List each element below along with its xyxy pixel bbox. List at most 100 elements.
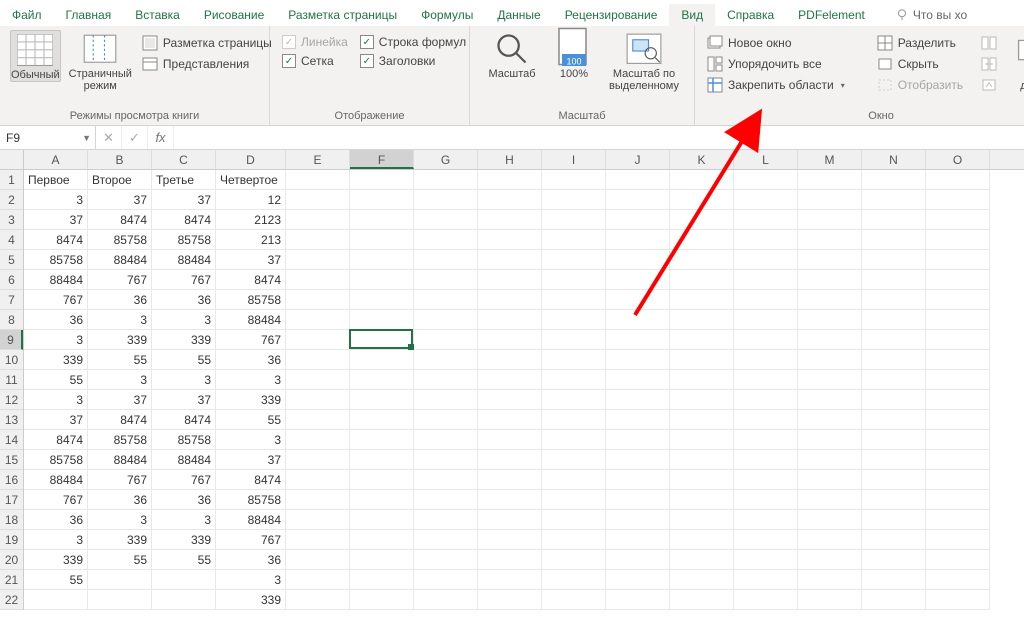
cell[interactable] [350,410,414,430]
cell[interactable] [606,430,670,450]
cell[interactable]: 3 [88,370,152,390]
cell[interactable] [478,350,542,370]
cell[interactable] [734,510,798,530]
column-header[interactable]: N [862,150,926,169]
reset-position-button[interactable] [979,76,999,94]
cell[interactable] [350,390,414,410]
cell[interactable] [734,290,798,310]
cell[interactable] [286,530,350,550]
column-header[interactable]: J [606,150,670,169]
cell[interactable] [414,250,478,270]
cell[interactable] [862,210,926,230]
cell[interactable] [862,230,926,250]
cell[interactable] [24,590,88,610]
cell[interactable] [606,390,670,410]
cell[interactable] [286,510,350,530]
cell[interactable] [798,250,862,270]
cell[interactable]: 37 [88,390,152,410]
cell[interactable] [926,390,990,410]
cell[interactable]: 8474 [24,230,88,250]
row-header[interactable]: 2 [0,190,23,210]
column-header[interactable]: L [734,150,798,169]
tab-pdfelement[interactable]: PDFelement [786,4,877,26]
cell[interactable] [926,350,990,370]
cell[interactable] [606,410,670,430]
cell[interactable] [414,370,478,390]
cell[interactable] [152,590,216,610]
row-header[interactable]: 12 [0,390,23,410]
cell[interactable]: Третье [152,170,216,190]
cell[interactable]: 3 [24,390,88,410]
tab-разметка страницы[interactable]: Разметка страницы [276,4,409,26]
cell[interactable] [542,270,606,290]
cell[interactable] [414,570,478,590]
custom-views-button[interactable]: Представления [140,55,274,73]
cell[interactable]: 37 [216,450,286,470]
cell[interactable]: 36 [88,290,152,310]
cell[interactable] [670,570,734,590]
cell[interactable] [670,290,734,310]
cell[interactable] [350,270,414,290]
cell[interactable]: 3 [216,370,286,390]
cell[interactable] [606,450,670,470]
cell[interactable] [542,430,606,450]
cell[interactable] [414,510,478,530]
row-header[interactable]: 9 [0,330,23,350]
cell[interactable] [926,370,990,390]
cell[interactable]: 85758 [24,250,88,270]
sync-scroll-button[interactable] [979,55,999,73]
row-header[interactable]: 4 [0,230,23,250]
cell[interactable] [734,350,798,370]
cell[interactable]: 88484 [88,450,152,470]
cell[interactable] [542,290,606,310]
row-header[interactable]: 11 [0,370,23,390]
cell[interactable] [542,590,606,610]
cell[interactable]: 55 [216,410,286,430]
name-box[interactable]: F9 ▼ [0,126,96,149]
column-header[interactable]: C [152,150,216,169]
cell[interactable] [286,470,350,490]
cell[interactable] [478,530,542,550]
cell[interactable] [862,530,926,550]
cell[interactable] [734,570,798,590]
row-header[interactable]: 6 [0,270,23,290]
cell[interactable] [862,250,926,270]
cell[interactable] [862,310,926,330]
cell[interactable] [542,370,606,390]
cell[interactable] [350,590,414,610]
cell[interactable] [862,430,926,450]
cell[interactable] [542,350,606,370]
cell[interactable] [350,290,414,310]
cell[interactable] [670,310,734,330]
cell[interactable] [926,470,990,490]
cell[interactable] [286,210,350,230]
cell[interactable] [350,230,414,250]
column-header[interactable]: E [286,150,350,169]
cell[interactable]: 767 [24,290,88,310]
cell[interactable] [670,170,734,190]
cell[interactable]: 88484 [88,250,152,270]
cell[interactable] [286,170,350,190]
cell[interactable] [606,370,670,390]
row-header[interactable]: 18 [0,510,23,530]
cell[interactable]: Четвертое [216,170,286,190]
freeze-panes-button[interactable]: Закрепить области ▾ [705,76,847,94]
row-header[interactable]: 16 [0,470,23,490]
cell[interactable] [862,490,926,510]
tab-вид[interactable]: Вид [669,4,715,26]
hide-button[interactable]: Скрыть [875,55,965,73]
cell[interactable] [798,570,862,590]
cell[interactable] [670,470,734,490]
column-header[interactable]: M [798,150,862,169]
cell[interactable]: 8474 [152,410,216,430]
cell[interactable]: 339 [152,530,216,550]
cell[interactable] [862,370,926,390]
switch-windows-button[interactable]: Пер друго [1011,30,1024,92]
cell[interactable] [606,470,670,490]
cell[interactable] [350,310,414,330]
cell[interactable] [478,450,542,470]
cell[interactable] [862,590,926,610]
cell[interactable]: 767 [88,470,152,490]
split-button[interactable]: Разделить [875,34,965,52]
cell[interactable] [350,550,414,570]
